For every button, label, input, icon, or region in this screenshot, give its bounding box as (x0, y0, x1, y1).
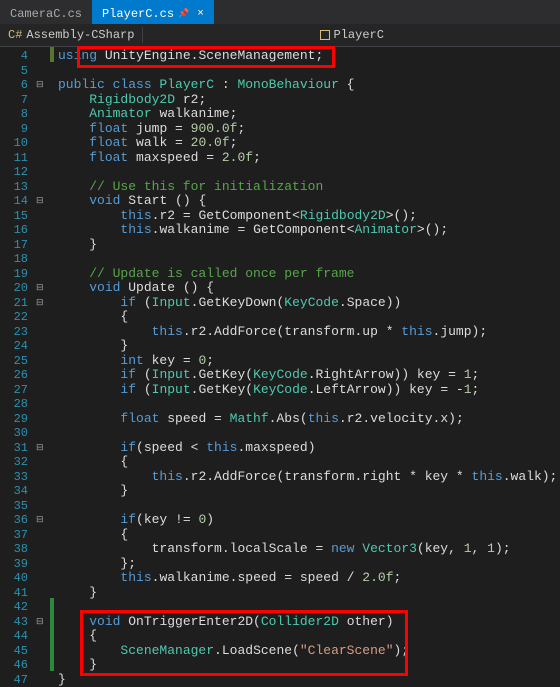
line-gutter: 4567891011121314151617181920212223242526… (0, 47, 36, 687)
close-icon[interactable]: × (197, 8, 204, 20)
nav-project[interactable]: C#Assembly-CSharp (0, 26, 142, 44)
code-editor[interactable]: 4567891011121314151617181920212223242526… (0, 47, 560, 687)
code-area[interactable]: using UnityEngine.SceneManagement;public… (54, 47, 560, 687)
tab-playerc[interactable]: PlayerC.cs📌× (92, 0, 214, 24)
nav-class[interactable]: PlayerC (312, 26, 392, 44)
tab-camerac[interactable]: CameraC.cs (0, 0, 92, 24)
navigation-bar: C#Assembly-CSharp PlayerC (0, 24, 560, 47)
tab-bar: CameraC.cs PlayerC.cs📌× (0, 0, 560, 24)
pin-icon[interactable]: 📌 (178, 9, 189, 19)
fold-gutter[interactable]: ⊟⊟⊟⊟⊟⊟⊟ (36, 47, 50, 687)
csharp-icon: C# (8, 28, 22, 42)
class-icon (320, 30, 330, 40)
